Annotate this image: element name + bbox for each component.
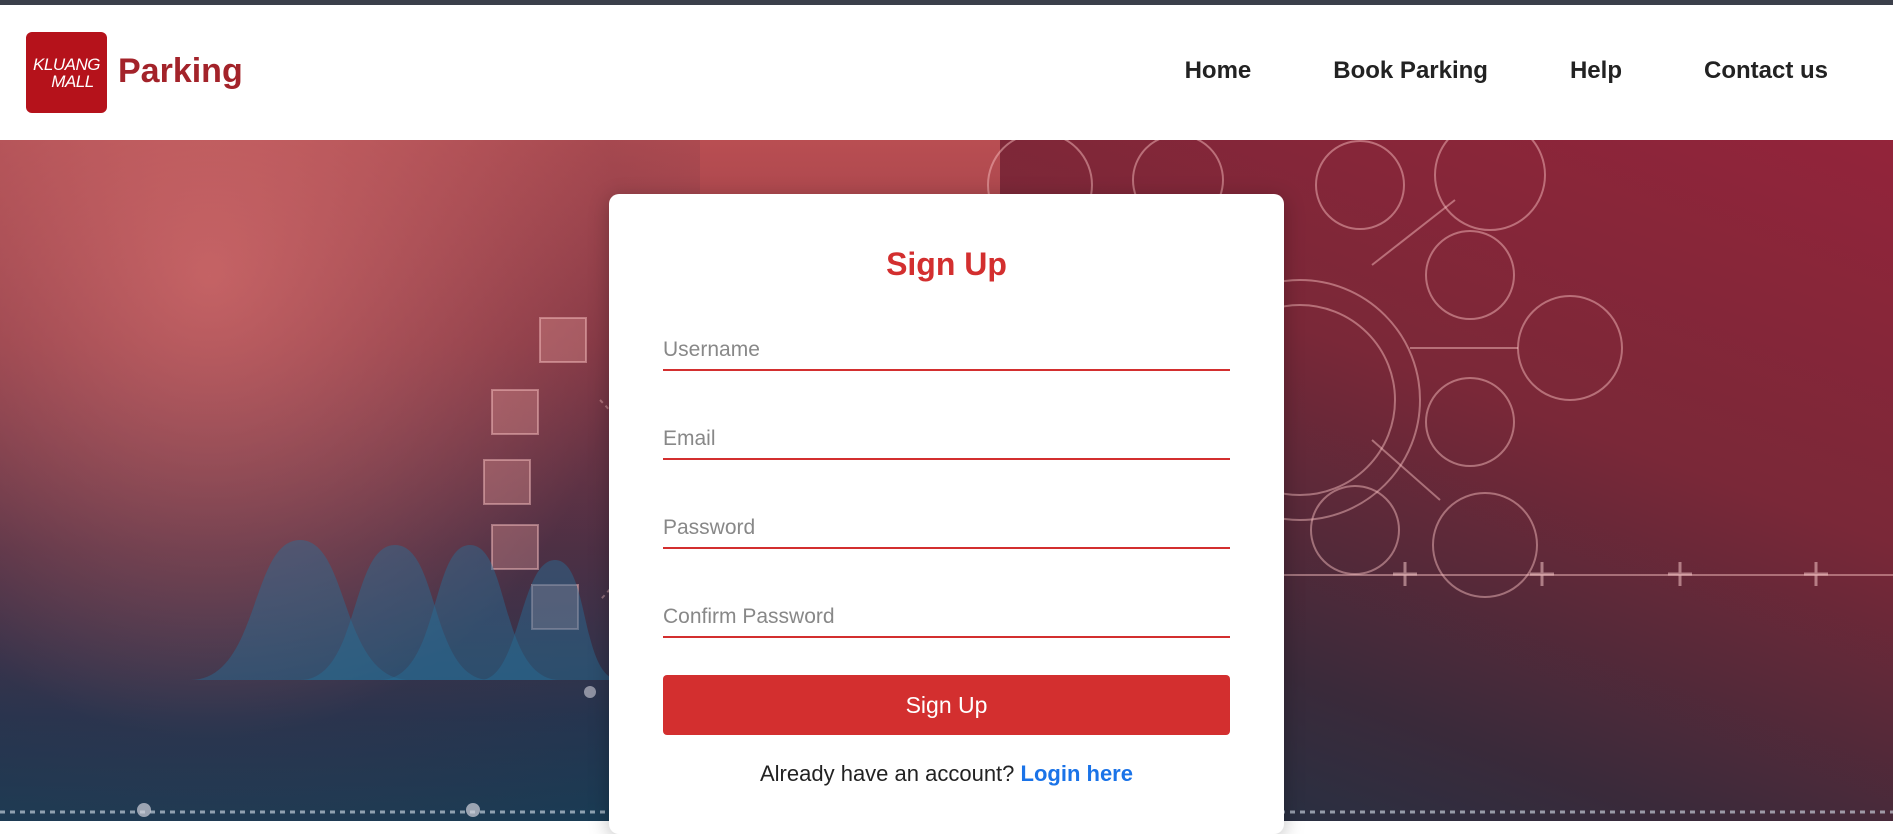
nav-contact-us[interactable]: Contact us <box>1704 57 1828 85</box>
logo-text-line2: MALL <box>51 71 94 91</box>
username-input[interactable] <box>663 331 1230 371</box>
signup-card: Sign Up Sign Up Already have an account?… <box>609 194 1284 834</box>
brand-title: Parking <box>118 52 243 90</box>
navbar: KLUANG MALL Parking Home Book Parking He… <box>0 5 1893 140</box>
login-link[interactable]: Login here <box>1021 761 1133 786</box>
nav-help[interactable]: Help <box>1570 57 1622 85</box>
login-prompt: Already have an account? Login here <box>609 761 1284 787</box>
signup-title: Sign Up <box>886 246 1007 282</box>
logo-text-line1: KLUANG <box>33 54 100 74</box>
confirm-password-input[interactable] <box>663 598 1230 638</box>
nav-home[interactable]: Home <box>1185 57 1252 85</box>
signup-button[interactable]: Sign Up <box>663 675 1230 735</box>
password-input[interactable] <box>663 509 1230 549</box>
login-prompt-text: Already have an account? <box>760 761 1015 786</box>
main-nav: Home Book Parking Help Contact us <box>1103 57 1828 85</box>
kluang-mall-logo[interactable]: KLUANG MALL <box>26 32 107 113</box>
nav-book-parking[interactable]: Book Parking <box>1333 57 1488 85</box>
email-input[interactable] <box>663 420 1230 460</box>
